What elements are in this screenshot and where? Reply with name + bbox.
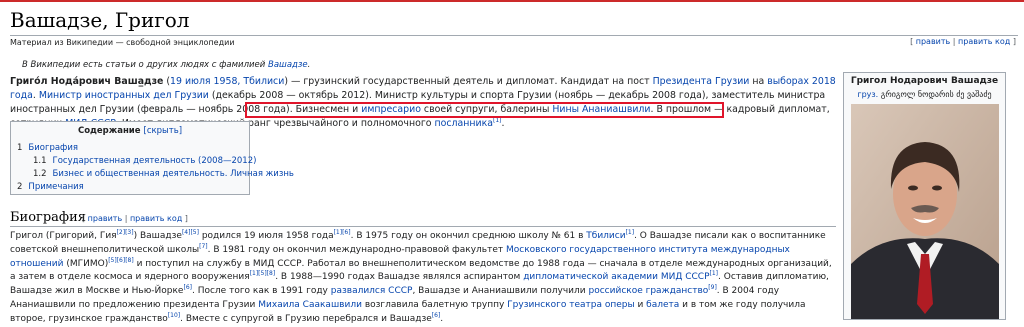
saakashvili-link[interactable]: Михаила Саакашвили — [258, 300, 362, 310]
infobox-native-name: груз. გრიგოლ ნოდარის ძე ვაშაძე — [857, 90, 992, 99]
hatnote: В Википедии есть статьи о других людях с… — [22, 60, 311, 70]
toc-item[interactable]: 2 Примечания — [17, 182, 84, 192]
reference[interactable]: [4][5] — [182, 229, 199, 236]
toc-item[interactable]: 1 Биография — [17, 143, 78, 153]
envoy-link[interactable]: посланника — [434, 118, 493, 129]
page-title: Вашадзе, Григол — [10, 8, 190, 32]
title-divider — [10, 35, 1018, 36]
reference[interactable]: [7] — [199, 243, 208, 250]
top-alert-line — [0, 0, 1024, 2]
edit-code-link[interactable]: править код — [958, 37, 1010, 46]
infobox: Григол Нодарович Вашадзе груз. გრიგოლ ნო… — [843, 72, 1006, 320]
section-edit-links: [ править | править код ] — [82, 214, 188, 223]
reference[interactable]: [1] — [710, 270, 719, 277]
site-tagline: Материал из Википедии — свободной энцикл… — [10, 38, 235, 47]
table-of-contents: Содержание [скрыть] 1 Биография 1.1 Госуда… — [10, 121, 294, 195]
president-link[interactable]: Президента Грузии — [653, 76, 750, 87]
reference[interactable]: [6] — [183, 284, 192, 291]
georgian-lang-link[interactable]: груз. — [857, 90, 878, 99]
reference[interactable]: [1] — [626, 229, 635, 236]
ballet-link[interactable]: балета — [646, 300, 679, 310]
page-edit-links: [ править | править код ] — [910, 37, 1016, 46]
infobox-title: Григол Нодарович Вашадзе — [850, 76, 999, 86]
reference[interactable]: [2][3] — [117, 229, 134, 236]
reference[interactable]: [1][6] — [334, 229, 351, 236]
toc-item[interactable]: 1.1 Государственная деятельность (2008—20… — [33, 156, 256, 166]
edit-link[interactable]: править — [916, 37, 951, 46]
reference[interactable]: [1][5][8] — [250, 270, 276, 277]
reference[interactable]: [9] — [708, 284, 717, 291]
tbilisi-link[interactable]: Тбилиси — [586, 231, 625, 241]
birth-date-link[interactable]: 19 июля 1958, Тбилиси — [170, 76, 284, 87]
citizenship-link[interactable]: российское гражданство — [589, 286, 709, 296]
biography-paragraph: Григол (Григорий, Гия[2][3]) Вашадзе[4][… — [10, 229, 832, 324]
toc-toggle[interactable]: [скрыть] — [144, 126, 183, 136]
toc-title: Содержание — [77, 126, 141, 136]
section-edit-code-link[interactable]: править код — [130, 214, 182, 223]
highlight-box — [245, 102, 724, 118]
academy-link[interactable]: дипломатической академии МИД СССР — [523, 272, 709, 282]
hatnote-link[interactable]: Вашадзе — [268, 60, 308, 70]
opera-theatre-link[interactable]: Грузинского театра оперы — [507, 300, 634, 310]
reference[interactable]: [5][6][8] — [108, 257, 134, 264]
ussr-collapse-link[interactable]: развалился СССР — [331, 286, 413, 296]
section-edit-link[interactable]: править — [88, 214, 123, 223]
foreign-minister-link[interactable]: Министр иностранных дел Грузии — [39, 90, 209, 101]
section-heading-biography: Биография — [10, 210, 86, 225]
toc-item[interactable]: 1.2 Бизнес и общественная деятельность. Л… — [33, 169, 294, 179]
subject-name: Григо́л Нода́рович Вашa̲дзе — [10, 76, 164, 87]
section-divider — [10, 226, 836, 227]
portrait-photo[interactable] — [851, 104, 999, 319]
